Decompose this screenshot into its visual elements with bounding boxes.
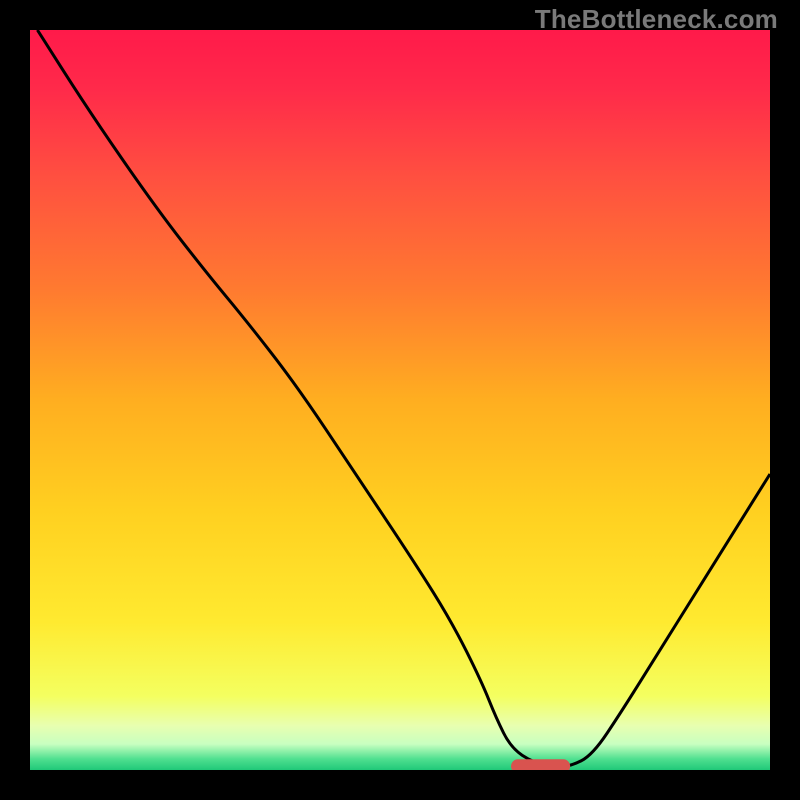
outer-frame: TheBottleneck.com [0,0,800,800]
gradient-background [30,30,770,770]
plot-area [30,30,770,770]
chart-svg [30,30,770,770]
optimal-marker [511,759,570,770]
